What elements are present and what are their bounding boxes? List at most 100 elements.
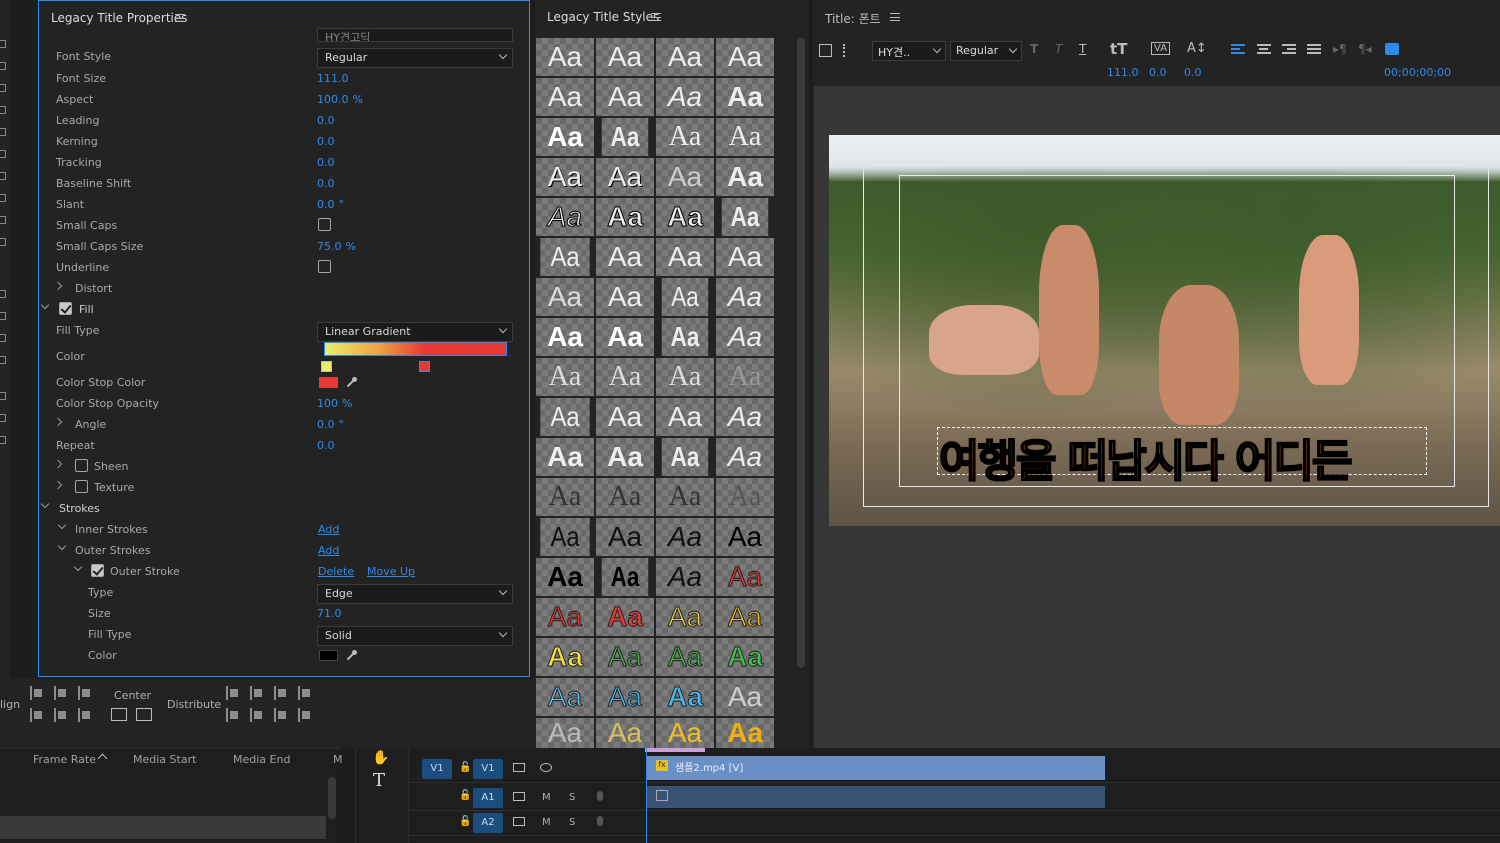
style-swatch[interactable]: Aa [540, 238, 590, 276]
tool-icon[interactable] [0, 356, 6, 364]
texture-checkbox[interactable] [75, 480, 88, 493]
eyedropper-icon[interactable] [344, 649, 358, 663]
style-swatch[interactable]: Aa [540, 518, 590, 556]
distribute-top-icon[interactable] [226, 708, 240, 722]
style-swatch[interactable]: Aa [656, 158, 714, 196]
style-swatch[interactable]: Aa [536, 78, 594, 116]
align-center-v-icon[interactable] [54, 708, 68, 722]
distribute-left-icon[interactable] [226, 686, 240, 700]
style-swatch[interactable]: Aa [721, 198, 769, 236]
distribute-middle-icon[interactable] [250, 708, 264, 722]
background-video-icon[interactable] [819, 44, 832, 57]
outer-strokes-row[interactable]: Outer Strokes Add [39, 541, 529, 562]
audio-clip[interactable] [647, 786, 1105, 808]
chevron-right-icon[interactable] [53, 281, 63, 291]
chevron-down-icon[interactable] [40, 300, 50, 310]
paragraph-icon[interactable]: ¶◂ [1358, 42, 1372, 56]
chevron-down-icon[interactable] [57, 541, 67, 551]
style-swatch[interactable]: Aa [656, 478, 714, 516]
add-inner-stroke-link[interactable]: Add [318, 523, 339, 536]
column-more[interactable]: M [333, 753, 343, 766]
tool-icon[interactable] [0, 290, 6, 298]
style-dropdown[interactable]: Regular [950, 41, 1022, 61]
tool-icon[interactable] [0, 436, 6, 444]
align-right-icon[interactable] [78, 686, 92, 700]
style-swatch[interactable]: Aa [536, 278, 594, 316]
style-swatch[interactable]: Aa [716, 78, 774, 116]
lock-icon[interactable]: 🔓 [459, 790, 471, 801]
prop-value[interactable]: 0.0 [317, 156, 339, 169]
a2-track-target[interactable]: A2 [473, 813, 503, 833]
project-scrollbar[interactable] [328, 777, 336, 819]
style-swatch[interactable]: Aa [716, 558, 774, 596]
style-swatch[interactable]: Aa [596, 518, 654, 556]
style-swatch[interactable]: Aa [601, 558, 649, 596]
texture-row[interactable]: Texture [39, 479, 529, 499]
style-swatch[interactable]: Aa [656, 238, 714, 276]
gradient-stop-right[interactable] [419, 361, 430, 372]
column-frame-rate[interactable]: Frame Rate [33, 753, 96, 766]
distort-row[interactable]: Distort [39, 280, 529, 300]
angle-value[interactable]: 0.0 ° [317, 418, 344, 431]
outer-stroke-checkbox[interactable] [91, 564, 104, 577]
small-caps-size-value[interactable]: 75.0% [317, 240, 356, 253]
chevron-down-icon[interactable] [73, 562, 83, 572]
distribute-right-icon[interactable] [274, 686, 288, 700]
style-swatch[interactable]: Aa [716, 358, 774, 396]
show-background-video-icon[interactable] [1385, 43, 1399, 55]
a1-track-target[interactable]: A1 [473, 788, 503, 808]
tool-icon[interactable] [0, 150, 6, 158]
style-swatch[interactable]: Aa [540, 398, 590, 436]
timecode[interactable]: 00;00;00;00 [1384, 66, 1451, 79]
video-frame[interactable]: 여행을 떠납시다 어디든 [829, 135, 1500, 526]
solo-button[interactable]: S [569, 817, 575, 828]
style-swatch[interactable]: Aa [536, 118, 594, 156]
prop-value[interactable]: 0.0 ° [317, 198, 344, 211]
style-swatch[interactable]: Aa [596, 278, 654, 316]
tool-icon[interactable] [0, 312, 6, 320]
underline-checkbox[interactable] [318, 260, 331, 273]
style-swatch[interactable]: Aa [596, 678, 654, 716]
style-swatch[interactable]: Aa [536, 678, 594, 716]
style-swatch[interactable]: Aa [656, 78, 714, 116]
style-swatch[interactable]: Aa [656, 118, 714, 156]
font-family-dropdown[interactable]: HY견고딕 [317, 28, 513, 42]
fill-type-dropdown[interactable]: Linear Gradient [317, 322, 513, 342]
prop-value[interactable]: 111.0 [317, 72, 353, 85]
style-swatch[interactable]: Aa [536, 598, 594, 636]
inner-strokes-row[interactable]: Inner Strokes Add [39, 520, 529, 541]
lock-icon[interactable]: 🔓 [459, 816, 471, 827]
stroke-type-dropdown[interactable]: Edge [317, 584, 513, 604]
style-swatch[interactable]: Aa [716, 398, 774, 436]
style-swatch[interactable]: Aa [596, 438, 654, 476]
outer-stroke-row[interactable]: Outer Stroke Delete Move Up [39, 562, 529, 583]
panel-menu-icon[interactable] [175, 14, 185, 22]
color-stop-opacity-value[interactable]: 100% [317, 397, 352, 410]
style-swatch[interactable]: Aa [596, 78, 654, 116]
eye-icon[interactable] [540, 763, 552, 772]
style-swatch[interactable]: Aa [656, 638, 714, 676]
style-swatch[interactable]: Aa [536, 38, 594, 76]
angle-row[interactable]: Angle 0.0 ° [39, 416, 529, 436]
align-bottom-icon[interactable] [78, 708, 92, 722]
center-vertical-icon[interactable] [136, 708, 152, 721]
style-swatch[interactable]: Aa [656, 198, 714, 236]
fill-row[interactable]: Fill [39, 300, 529, 321]
tool-icon[interactable] [0, 84, 6, 92]
style-swatch[interactable]: Aa [536, 158, 594, 196]
stroke-fill-type-dropdown[interactable]: Solid [317, 626, 513, 646]
tab-stops-icon[interactable] [843, 44, 857, 57]
sheen-row[interactable]: Sheen [39, 458, 529, 478]
leading-value[interactable]: 0.0 [1184, 66, 1202, 79]
style-swatch[interactable]: Aa [716, 238, 774, 276]
title-text[interactable]: 여행을 떠납시다 어디든 [938, 425, 1353, 489]
fill-checkbox[interactable] [59, 302, 72, 315]
style-swatch[interactable]: Aa [596, 598, 654, 636]
bold-icon[interactable]: T [1030, 42, 1038, 56]
gradient-ramp[interactable] [324, 342, 507, 356]
tool-icon[interactable] [0, 238, 6, 246]
style-swatch[interactable]: Aa [656, 518, 714, 556]
distribute-vertical-icon[interactable] [298, 708, 312, 722]
tool-icon[interactable] [0, 40, 6, 48]
v1-track-target[interactable]: V1 [473, 759, 503, 779]
